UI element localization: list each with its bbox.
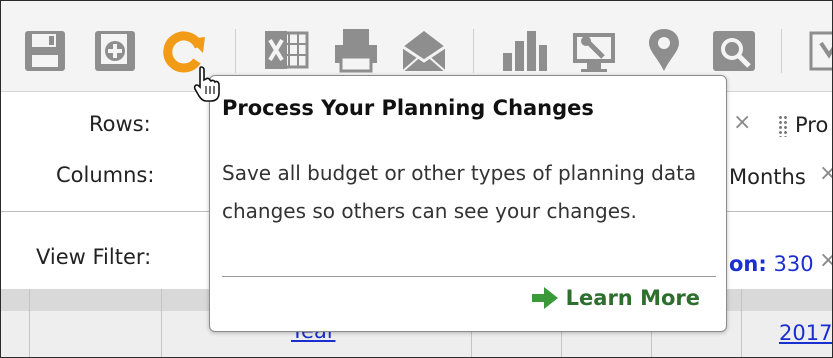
- view-filter-value[interactable]: on: 330: [729, 252, 814, 276]
- tooltip-popup: Process Your Planning Changes Save all b…: [209, 75, 727, 332]
- arrow-right-icon: [531, 287, 558, 309]
- zoom-icon[interactable]: [709, 25, 759, 75]
- email-icon[interactable]: [399, 25, 449, 75]
- tooltip-divider: [222, 276, 716, 277]
- rows-label: Rows:: [89, 112, 151, 136]
- columns-label: Columns:: [56, 163, 155, 187]
- app-frame: Rows: × Pro Columns: Months × View Filte…: [0, 0, 833, 358]
- save-icon[interactable]: [21, 25, 71, 75]
- toolbar-separator: [473, 29, 474, 73]
- grid-column-line: [161, 289, 162, 357]
- chart-icon[interactable]: [499, 25, 549, 75]
- grid-column-line: [741, 289, 742, 357]
- tooltip-title: Process Your Planning Changes: [222, 96, 594, 120]
- drag-handle-icon[interactable]: [778, 115, 788, 137]
- print-icon[interactable]: [331, 25, 381, 75]
- save-as-icon[interactable]: [91, 25, 141, 75]
- learn-more-label: Learn More: [565, 286, 700, 310]
- hand-cursor-icon: [193, 65, 221, 103]
- excel-export-icon[interactable]: [261, 25, 311, 75]
- view-filter-key: on:: [729, 252, 767, 276]
- tooltip-body: Save all budget or other types of planni…: [222, 161, 697, 223]
- map-pin-icon[interactable]: [639, 25, 689, 75]
- remove-chip-icon[interactable]: ×: [733, 110, 751, 135]
- remove-chip-icon[interactable]: ×: [819, 161, 832, 186]
- year-value-link[interactable]: 2017: [779, 321, 832, 345]
- view-filter-label: View Filter:: [36, 245, 152, 269]
- columns-chip[interactable]: Months: [729, 165, 806, 189]
- rows-chip[interactable]: Pro: [795, 113, 828, 137]
- grid-column-line: [29, 289, 30, 357]
- analyze-icon[interactable]: [569, 25, 619, 75]
- toolbar-separator: [781, 29, 782, 73]
- remove-filter-icon[interactable]: ×: [819, 248, 832, 273]
- more-icon[interactable]: [807, 25, 832, 75]
- toolbar-separator: [235, 29, 236, 73]
- view-filter-number: 330: [773, 252, 814, 276]
- learn-more-link[interactable]: Learn More: [531, 286, 700, 310]
